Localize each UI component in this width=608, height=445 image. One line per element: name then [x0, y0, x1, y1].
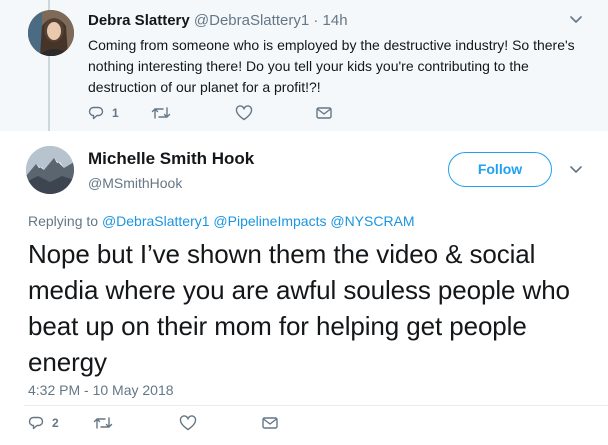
message-button[interactable] [261, 415, 279, 431]
mention-link[interactable]: @DebraSlattery1 [102, 213, 210, 229]
tweet-time[interactable]: 14h [323, 12, 348, 29]
reply-icon [28, 416, 44, 430]
replying-to: Replying to @DebraSlattery1 @PipelineImp… [28, 212, 415, 230]
tweet-timestamp[interactable]: 4:32 PM - 10 May 2018 [28, 381, 174, 399]
retweet-icon [151, 107, 170, 119]
reply-icon [88, 106, 104, 120]
replying-to-label: Replying to [28, 213, 99, 229]
reply-button[interactable]: 2 [28, 415, 59, 431]
author-handle[interactable]: @MSmithHook [88, 174, 182, 192]
avatar[interactable] [26, 146, 74, 194]
message-icon [315, 107, 332, 119]
like-button[interactable] [179, 415, 197, 431]
parent-tweet-actions: 1 [88, 105, 333, 121]
like-icon [179, 415, 196, 431]
avatar[interactable] [28, 10, 74, 56]
author-name[interactable]: Michelle Smith Hook [88, 149, 254, 169]
parent-tweet-header: Debra Slattery @DebraSlattery1 · 14h [88, 12, 348, 30]
avatar-photo-icon [26, 146, 74, 194]
header-separator: · [313, 12, 319, 29]
message-icon [261, 417, 278, 429]
retweet-button[interactable] [93, 415, 113, 431]
tweet-text: Nope but I’ve shown them the video & soc… [28, 239, 570, 377]
mention-link[interactable]: @PipelineImpacts [213, 213, 326, 229]
like-icon [235, 105, 252, 121]
reply-button[interactable]: 1 [88, 105, 119, 121]
message-button[interactable] [315, 105, 333, 121]
like-button[interactable] [235, 105, 253, 121]
retweet-icon [93, 417, 112, 429]
reply-count: 2 [52, 416, 59, 430]
reply-count: 1 [112, 106, 119, 120]
author-name[interactable]: Debra Slattery [88, 12, 190, 29]
chevron-down-icon[interactable] [568, 14, 584, 26]
tweet-actions: 2 [28, 415, 279, 431]
avatar-photo-icon [28, 10, 74, 56]
retweet-button[interactable] [151, 105, 171, 121]
parent-tweet-text: Coming from someone who is employed by t… [88, 37, 575, 95]
divider [24, 405, 608, 406]
mention-link[interactable]: @NYSCRAM [330, 213, 414, 229]
chevron-down-icon[interactable] [568, 164, 584, 176]
follow-button[interactable]: Follow [448, 152, 552, 187]
parent-tweet[interactable]: Debra Slattery @DebraSlattery1 · 14h Com… [0, 0, 608, 131]
author-handle[interactable]: @DebraSlattery1 [194, 12, 309, 29]
